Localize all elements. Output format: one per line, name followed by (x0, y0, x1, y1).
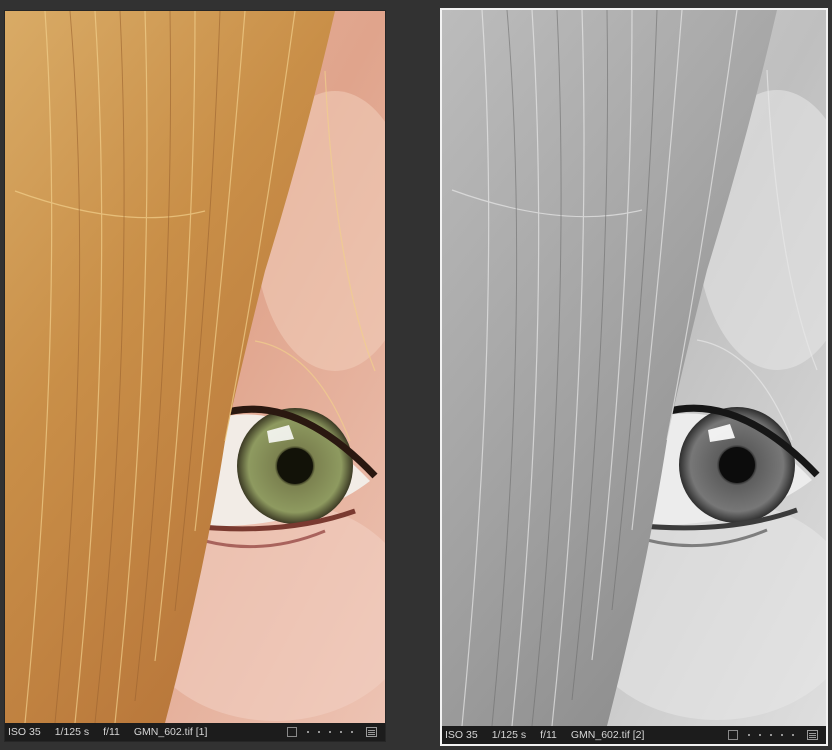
photo-grayscale-image (442, 10, 826, 726)
flag-box-icon[interactable] (287, 727, 297, 737)
rating-dot-icon[interactable] (351, 731, 353, 733)
rating-dot-icon[interactable] (759, 734, 761, 736)
shutter-value: 1/125 s (54, 726, 90, 738)
rating-dot-icon[interactable] (781, 734, 783, 736)
rating-dot-icon[interactable] (329, 731, 331, 733)
compare-panel-left[interactable]: ISO 35 1/125 s f/11 GMN_602.tif [1] (4, 10, 386, 742)
photo-color[interactable] (5, 11, 385, 723)
menu-icon[interactable] (807, 730, 818, 740)
iso-value: ISO 35 (445, 729, 478, 741)
iso-value: ISO 35 (8, 726, 41, 738)
filename: GMN_602.tif [1] (133, 726, 208, 738)
rating-dot-icon[interactable] (748, 734, 750, 736)
rating-dot-icon[interactable] (340, 731, 342, 733)
rating-dot-icon[interactable] (307, 731, 309, 733)
menu-icon[interactable] (366, 727, 377, 737)
aperture-value: f/11 (540, 729, 557, 741)
status-bar-left: ISO 35 1/125 s f/11 GMN_602.tif [1] (5, 723, 385, 741)
rating-dot-icon[interactable] (770, 734, 772, 736)
photo-grayscale[interactable] (442, 10, 826, 726)
shutter-value: 1/125 s (491, 729, 527, 741)
aperture-value: f/11 (103, 726, 120, 738)
compare-view: ISO 35 1/125 s f/11 GMN_602.tif [1] ISO … (0, 0, 832, 750)
status-bar-right: ISO 35 1/125 s f/11 GMN_602.tif [2] (442, 726, 826, 744)
rating-dot-icon[interactable] (792, 734, 794, 736)
rating-dot-icon[interactable] (318, 731, 320, 733)
flag-box-icon[interactable] (728, 730, 738, 740)
photo-color-image (5, 11, 385, 723)
compare-panel-right[interactable]: ISO 35 1/125 s f/11 GMN_602.tif [2] (440, 8, 828, 746)
filename: GMN_602.tif [2] (570, 729, 645, 741)
